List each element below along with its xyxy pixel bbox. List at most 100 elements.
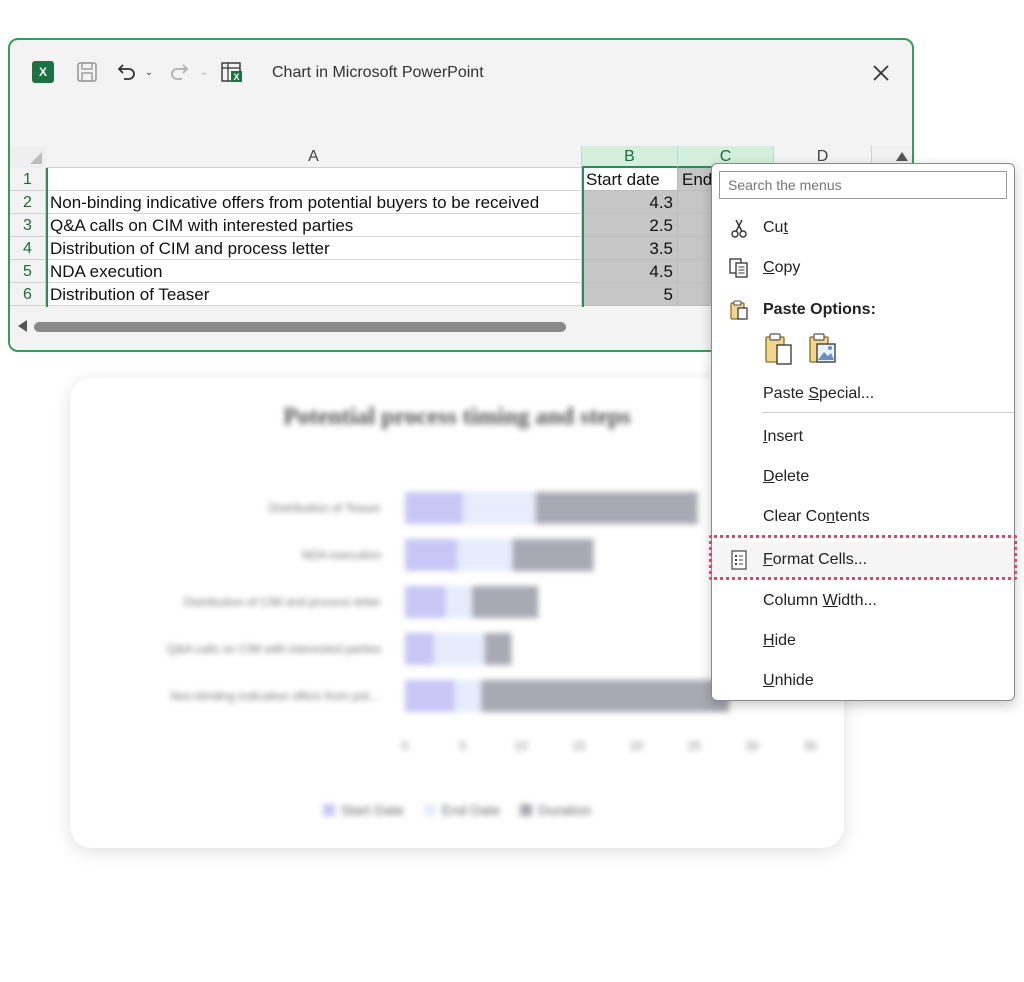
legend-item-start: Start Date [322,802,404,818]
menu-item-label: Unhide [763,672,814,689]
window-title: Chart in Microsoft PowerPoint [272,64,484,81]
close-button[interactable] [868,60,894,86]
column-header-b[interactable]: B [582,146,678,168]
bar-segment [481,680,729,712]
x-tick-label: 20 [630,739,644,753]
bar-segment [405,633,434,665]
bar-segment [462,492,536,524]
menu-separator [762,412,1014,413]
chart-legend: Start Date End Date Duration [70,802,844,818]
cell-b1[interactable]: Start date [582,168,678,191]
row-header[interactable]: 5 [10,260,46,283]
row-header[interactable]: 4 [10,237,46,260]
paste-icon[interactable] [763,332,795,366]
menu-search-input[interactable] [719,171,1007,199]
row-header[interactable]: 2 [10,191,46,214]
row-header[interactable]: 3 [10,214,46,237]
menu-item-column-width[interactable]: Column Width... [712,583,1014,619]
bar-segment [405,492,463,524]
menu-item-clear-contents[interactable]: Clear Contents [712,499,1014,535]
row-header[interactable]: 1 [10,168,46,191]
menu-item-hide[interactable]: Hide [712,623,1014,659]
bar-segment [457,539,513,571]
scrollbar-thumb[interactable] [34,322,566,332]
cell-b5[interactable]: 4.5 [582,260,678,283]
undo-dropdown-icon[interactable]: ⌄ [143,60,155,84]
scroll-up-arrow-icon[interactable] [896,152,908,161]
cell-b4[interactable]: 3.5 [582,237,678,260]
bar-segment [535,492,698,524]
title-bar: X ⌄ ⌄ X Chart in Microsoft PowerPoint [10,40,912,104]
cell-a5[interactable]: NDA execution [46,260,582,283]
bar-segment [512,539,594,571]
paste-options-group [763,332,883,368]
cell-b2[interactable]: 4.3 [582,191,678,214]
cell-a6[interactable]: Distribution of Teaser [46,283,582,306]
redo-dropdown-icon[interactable]: ⌄ [198,60,210,84]
category-label: Q&A calls on CIM with interested parties [167,642,381,656]
x-tick-label: 10 [514,739,528,753]
menu-item-label: Delete [763,468,810,485]
menu-item-label: Clear Contents [763,508,870,525]
cell-a2[interactable]: Non-binding indicative offers from poten… [46,191,582,214]
redo-icon[interactable] [168,60,192,84]
legend-item-duration: Duration [520,802,591,818]
menu-item-label: Hide [763,632,796,649]
menu-item-label: Copy [763,259,801,276]
excel-logo-icon: X [32,61,54,83]
category-label: Distribution of Teaser [269,501,382,515]
menu-item-label: Column Width... [763,592,877,609]
close-icon [873,65,889,81]
select-all-corner[interactable] [10,146,47,169]
menu-item-paste-special[interactable]: Paste Special... [712,376,1014,412]
svg-text:X: X [233,72,239,82]
menu-item-label: Paste Special... [763,385,875,402]
menu-section-paste-options: Paste Options: [712,292,1014,328]
x-tick-label: 0 [402,739,409,753]
bar-segment [454,680,482,712]
bar-segment [405,680,455,712]
highlight-frame-format-cells [709,535,1017,580]
paste-options-header: Paste Options: [763,301,876,318]
context-menu: Cut Copy Paste Options: Paste Special...… [711,163,1015,701]
cell-b6[interactable]: 5 [582,283,678,306]
bar-segment [445,586,473,618]
paste-as-picture-icon[interactable] [807,332,839,366]
undo-icon[interactable] [114,60,138,84]
menu-item-label: Insert [763,428,804,445]
bar-segment [433,633,485,665]
category-label: Non-binding indicative offers from pot… [170,689,381,703]
copy-icon [728,257,750,279]
cell-b3[interactable]: 2.5 [582,214,678,237]
cell-a3[interactable]: Q&A calls on CIM with interested parties [46,214,582,237]
row-header[interactable]: 6 [10,283,46,306]
category-label: NDA execution [302,548,381,562]
x-tick-label: 35 [803,739,817,753]
edit-data-in-excel-icon[interactable]: X [220,60,244,84]
menu-item-cut[interactable]: Cut [712,210,1014,246]
menu-item-copy[interactable]: Copy [712,250,1014,286]
bar-segment [405,586,446,618]
category-label: Distribution of CIM and process letter [184,595,381,609]
menu-item-insert[interactable]: Insert [712,419,1014,455]
x-tick-label: 25 [688,739,702,753]
paste-icon [728,299,750,321]
column-header-a[interactable]: A [46,146,582,168]
x-tick-label: 30 [745,739,759,753]
menu-item-label: Cut [763,219,788,236]
save-icon[interactable] [76,60,98,84]
cell-a1[interactable] [46,168,582,191]
bar-segment [405,539,458,571]
legend-item-end: End Date [423,802,500,818]
menu-item-delete[interactable]: Delete [712,459,1014,495]
column-a-selection-edge [46,168,48,307]
bar-segment [472,586,539,618]
x-tick-label: 5 [460,739,467,753]
x-tick-label: 15 [572,739,586,753]
bar-segment [484,633,512,665]
range-selection-edge [582,168,584,307]
scissors-icon [728,217,750,239]
scroll-left-arrow-icon[interactable] [18,320,27,332]
cell-a4[interactable]: Distribution of CIM and process letter [46,237,582,260]
menu-item-unhide[interactable]: Unhide [712,663,1014,699]
